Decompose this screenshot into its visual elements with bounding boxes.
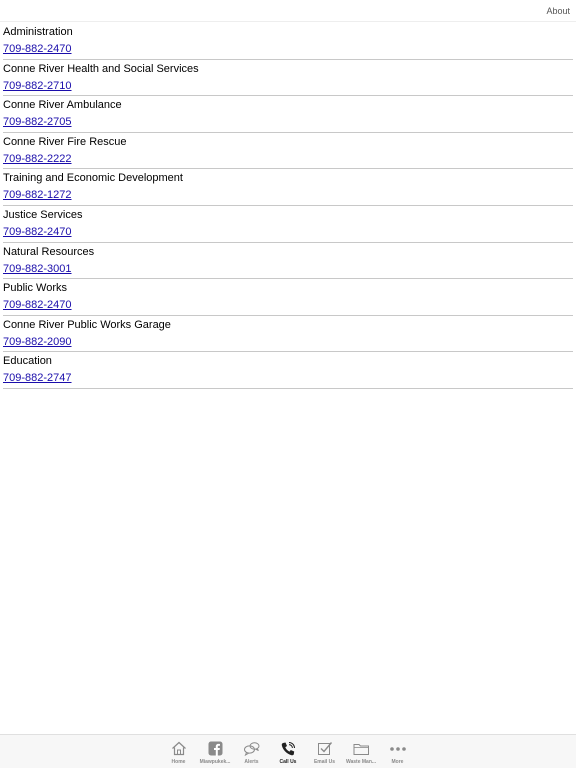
contact-name: Conne River Fire Rescue — [3, 136, 573, 149]
contact-name: Training and Economic Development — [3, 172, 573, 185]
tab-label: Miawpukek... — [200, 759, 231, 765]
folder-icon — [352, 740, 370, 757]
list-item: Public Works 709-882-2470 — [3, 279, 573, 316]
phone-link[interactable]: 709-882-2222 — [3, 153, 72, 166]
contact-name: Public Works — [3, 282, 573, 295]
list-item: Conne River Fire Rescue 709-882-2222 — [3, 133, 573, 170]
list-item: Conne River Ambulance 709-882-2705 — [3, 96, 573, 133]
list-item: Conne River Public Works Garage 709-882-… — [3, 316, 573, 353]
phone-link[interactable]: 709-882-2470 — [3, 226, 72, 239]
contact-name: Justice Services — [3, 209, 573, 222]
phone-link[interactable]: 709-882-2705 — [3, 116, 72, 129]
contact-name: Conne River Public Works Garage — [3, 319, 573, 332]
phone-link[interactable]: 709-882-2710 — [3, 80, 72, 93]
tab-label: Home — [172, 759, 186, 765]
tab-label: More — [392, 759, 404, 765]
contact-name: Conne River Ambulance — [3, 99, 573, 112]
chat-bubbles-icon — [243, 740, 261, 757]
tab-bar: Home Miawpukek... Alerts — [0, 734, 576, 768]
tab-call-us[interactable]: Call Us — [270, 735, 307, 769]
contact-name: Natural Resources — [3, 246, 573, 259]
tab-label: Alerts — [244, 759, 258, 765]
facebook-icon — [206, 740, 224, 757]
list-item: Conne River Health and Social Services 7… — [3, 60, 573, 97]
phone-link[interactable]: 709-882-2470 — [3, 299, 72, 312]
checkbox-icon — [316, 740, 334, 757]
list-item: Education 709-882-2747 — [3, 352, 573, 389]
tab-alerts[interactable]: Alerts — [233, 735, 270, 769]
phone-link[interactable]: 709-882-2090 — [3, 336, 72, 349]
phone-link[interactable]: 709-882-1272 — [3, 189, 72, 202]
more-dots-icon — [389, 740, 407, 757]
contact-name: Administration — [3, 26, 573, 39]
contact-name: Education — [3, 355, 573, 368]
list-item: Justice Services 709-882-2470 — [3, 206, 573, 243]
tab-waste-management[interactable]: Waste Man... — [343, 735, 380, 769]
phone-link[interactable]: 709-882-2747 — [3, 372, 72, 385]
list-item: Natural Resources 709-882-3001 — [3, 243, 573, 280]
about-link[interactable]: About — [546, 6, 570, 16]
phone-icon — [279, 740, 297, 757]
tab-label: Call Us — [280, 759, 297, 765]
home-icon — [170, 740, 188, 757]
tab-label: Email Us — [314, 759, 335, 765]
list-item: Administration 709-882-2470 — [3, 23, 573, 60]
tab-email-us[interactable]: Email Us — [306, 735, 343, 769]
top-bar: About — [0, 0, 576, 22]
tab-more[interactable]: More — [379, 735, 416, 769]
phone-link[interactable]: 709-882-2470 — [3, 43, 72, 56]
tab-facebook[interactable]: Miawpukek... — [197, 735, 234, 769]
contact-name: Conne River Health and Social Services — [3, 63, 573, 76]
tab-label: Waste Man... — [346, 759, 376, 765]
tab-home[interactable]: Home — [160, 735, 197, 769]
phone-link[interactable]: 709-882-3001 — [3, 263, 72, 276]
contact-list: Administration 709-882-2470 Conne River … — [3, 23, 573, 389]
list-item: Training and Economic Development 709-88… — [3, 169, 573, 206]
